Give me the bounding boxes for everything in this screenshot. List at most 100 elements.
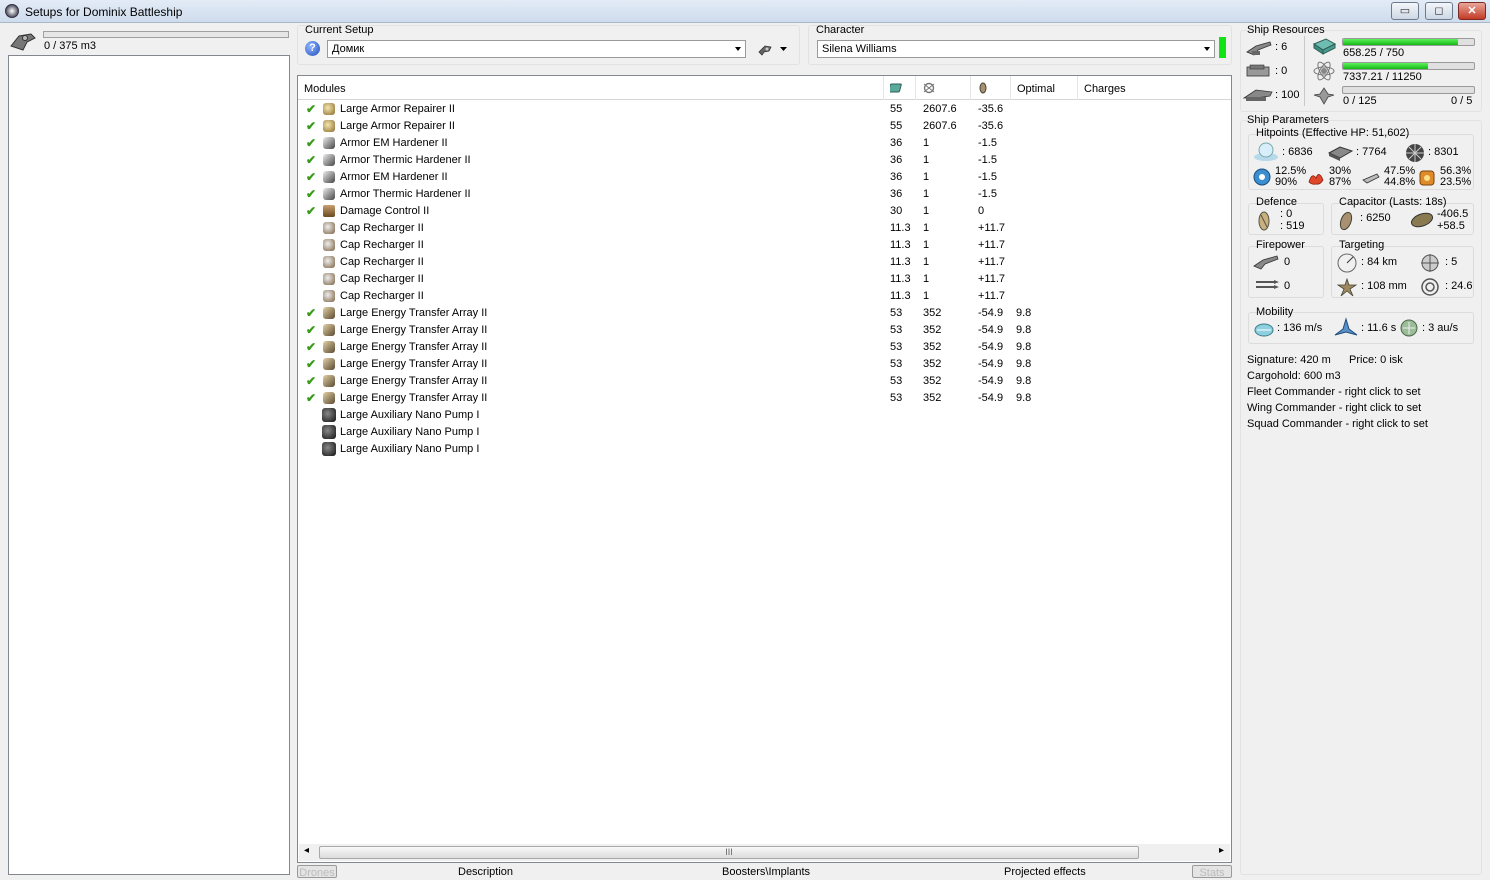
drone-bay-bar (1342, 86, 1475, 94)
fleet-commander[interactable]: Fleet Commander - right click to set (1247, 386, 1421, 398)
hitpoints-title: Hitpoints (Effective HP: 51,602) (1256, 127, 1410, 139)
module-row[interactable]: ✔ Large Energy Transfer Array II 53 352 -54.… (298, 305, 1231, 322)
hardener-icon (323, 188, 335, 200)
column-header-capacitor[interactable] (971, 76, 1011, 100)
module-optimal: 9.8 (1016, 375, 1032, 387)
module-name: Large Energy Transfer Array II (340, 392, 488, 404)
module-capacitor: +11.7 (978, 239, 1006, 251)
launcher-slots-icon (1246, 64, 1270, 77)
module-row[interactable]: ✔ Large Armor Repairer II 55 2607.6 -35.6 (298, 118, 1231, 135)
fitting-list[interactable] (8, 55, 290, 875)
module-row[interactable]: ✔ Armor Thermic Hardener II 36 1 -1.5 (298, 186, 1231, 203)
shield-hp-value: : 6836 (1282, 146, 1313, 158)
module-row[interactable]: ✔ Large Energy Transfer Array II 53 352 -54.… (298, 373, 1231, 390)
column-header-charges[interactable]: Charges (1078, 76, 1231, 100)
module-powergrid: 352 (923, 341, 942, 353)
module-row[interactable]: Cap Recharger II 11.3 1 +11.7 (298, 271, 1231, 288)
explosive-resist-icon (1419, 170, 1435, 186)
active-check-icon[interactable]: ✔ (306, 322, 316, 339)
wing-commander[interactable]: Wing Commander - right click to set (1247, 402, 1421, 414)
close-button[interactable]: ✕ (1458, 2, 1486, 20)
active-check-icon[interactable]: ✔ (306, 118, 316, 135)
active-check-icon[interactable]: ✔ (306, 101, 316, 118)
module-row[interactable]: Cap Recharger II 11.3 1 +11.7 (298, 254, 1231, 271)
module-row[interactable]: ✔ Large Energy Transfer Array II 53 352 -54.… (298, 339, 1231, 356)
module-name: Large Energy Transfer Array II (340, 341, 488, 353)
setup-select[interactable]: Домик (327, 40, 746, 58)
horizontal-scrollbar[interactable]: ◂ III ▸ (299, 844, 1230, 861)
scroll-right-icon[interactable]: ▸ (1219, 845, 1224, 856)
module-row[interactable]: ✔ Large Armor Repairer II 55 2607.6 -35.6 (298, 101, 1231, 118)
module-capacitor: -1.5 (978, 171, 997, 183)
active-check-icon[interactable]: ✔ (306, 356, 316, 373)
module-row[interactable]: Large Auxiliary Nano Pump I (298, 441, 1231, 458)
modules-list[interactable]: Modules Optimal Charges ✔ Large Armor Rep… (297, 75, 1232, 863)
powergrid-usage-fill (1343, 63, 1429, 69)
squad-commander[interactable]: Squad Commander - right click to set (1247, 418, 1428, 430)
stats-button[interactable]: Stats (1192, 865, 1232, 879)
module-row[interactable]: ✔ Armor EM Hardener II 36 1 -1.5 (298, 135, 1231, 152)
column-header-optimal[interactable]: Optimal (1011, 76, 1078, 100)
cap-recharger-icon (323, 256, 335, 268)
active-check-icon[interactable]: ✔ (306, 305, 316, 322)
active-check-icon[interactable]: ✔ (306, 135, 316, 152)
cpu-icon (888, 83, 902, 93)
minimize-button[interactable]: ▭ (1391, 2, 1419, 20)
active-check-icon[interactable]: ✔ (306, 203, 316, 220)
help-icon[interactable]: ? (305, 41, 320, 56)
module-name: Large Armor Repairer II (340, 120, 455, 132)
module-powergrid: 1 (923, 239, 930, 251)
module-powergrid: 352 (923, 358, 942, 370)
rig-icon (322, 442, 336, 456)
setup-tools-button[interactable] (755, 40, 793, 58)
missile-dps-icon (1256, 280, 1279, 289)
active-check-icon[interactable]: ✔ (306, 339, 316, 356)
energy-transfer-icon (323, 375, 335, 387)
powergrid-usage-value: 7337.21 / 11250 (1343, 71, 1422, 83)
active-check-icon[interactable]: ✔ (306, 169, 316, 186)
module-row[interactable]: Cap Recharger II 11.3 1 +11.7 (298, 288, 1231, 305)
character-select[interactable]: Silena Williams (817, 40, 1215, 58)
module-row[interactable]: ✔ Large Energy Transfer Array II 53 352 -54.… (298, 322, 1231, 339)
chevron-down-icon (1204, 47, 1210, 51)
module-row[interactable]: ✔ Large Energy Transfer Array II 53 352 -54.… (298, 356, 1231, 373)
column-header-cpu[interactable] (884, 76, 916, 100)
tab-projected-effects[interactable]: Projected effects (1004, 865, 1086, 878)
calibration-value: : 100 (1275, 89, 1300, 101)
active-check-icon[interactable]: ✔ (306, 186, 316, 203)
maximize-button[interactable]: ◻ (1425, 2, 1453, 20)
module-capacitor: -54.9 (978, 307, 1004, 319)
module-row[interactable]: Cap Recharger II 11.3 1 +11.7 (298, 237, 1231, 254)
active-check-icon[interactable]: ✔ (306, 390, 316, 407)
module-row[interactable]: Large Auxiliary Nano Pump I (298, 424, 1231, 441)
module-row[interactable]: ✔ Armor Thermic Hardener II 36 1 -1.5 (298, 152, 1231, 169)
tab-description[interactable]: Description (458, 865, 513, 878)
missile-dps-value: 0 (1284, 280, 1291, 292)
capacitor-title: Capacitor (Lasts: 18s) (1339, 196, 1447, 208)
warp-speed-icon (1400, 319, 1418, 337)
kinetic-resist-values: 47.5% 44.8% (1384, 166, 1415, 188)
scroll-left-icon[interactable]: ◂ (304, 845, 309, 856)
module-row[interactable]: Cap Recharger II 11.3 1 +11.7 (298, 220, 1231, 237)
cap-recharger-icon (323, 222, 335, 234)
tab-boosters-implants[interactable]: Boosters\Implants (722, 865, 810, 878)
turret-dps-value: 0 (1284, 256, 1291, 268)
module-powergrid: 1 (923, 290, 930, 302)
drones-button[interactable]: Drones (297, 865, 337, 879)
module-row[interactable]: ✔ Damage Control II 30 1 0 (298, 203, 1231, 220)
column-header-powergrid[interactable] (916, 76, 971, 100)
cap-recharger-icon (323, 273, 335, 285)
active-check-icon[interactable]: ✔ (306, 373, 316, 390)
column-header-modules[interactable]: Modules (298, 76, 884, 100)
cap-recharge-icon (1410, 212, 1434, 228)
em-resist-values: 12.5% 90% (1275, 166, 1306, 188)
signature-radius: Signature: 420 m (1247, 354, 1331, 366)
module-row[interactable]: Large Auxiliary Nano Pump I (298, 407, 1231, 424)
active-check-icon[interactable]: ✔ (306, 152, 316, 169)
scrollbar-thumb[interactable]: III (319, 846, 1139, 859)
target-range-icon (1337, 253, 1357, 273)
module-row[interactable]: ✔ Armor EM Hardener II 36 1 -1.5 (298, 169, 1231, 186)
module-row[interactable]: ✔ Large Energy Transfer Array II 53 352 -54.… (298, 390, 1231, 407)
explosive-resist-armor: 23.5% (1440, 176, 1472, 188)
align-time-value: : 11.6 s (1361, 322, 1397, 334)
